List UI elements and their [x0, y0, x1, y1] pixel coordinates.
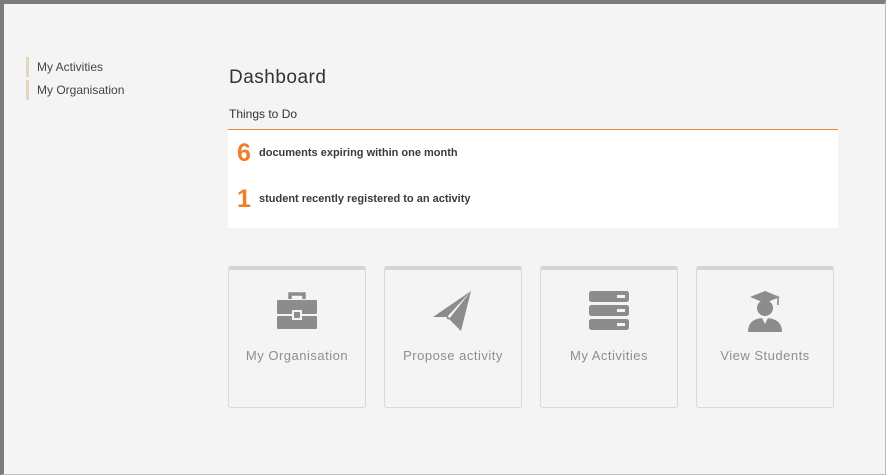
dashboard-tiles: My Organisation Propose activity My Acti… [228, 266, 834, 408]
briefcase-icon [274, 288, 320, 334]
page-title: Dashboard [229, 67, 327, 88]
todo-item-expiring-documents[interactable]: 6 documents expiring within one month [228, 139, 838, 167]
graduate-student-icon [742, 288, 788, 334]
todo-panel: 6 documents expiring within one month 1 … [228, 129, 838, 228]
sidebar-item-my-organisation[interactable]: My Organisation [26, 80, 196, 100]
main-content: Dashboard Things to Do 6 documents expir… [228, 62, 838, 408]
tile-label: My Organisation [245, 348, 349, 363]
tile-my-organisation[interactable]: My Organisation [228, 266, 366, 408]
sidebar-item-my-activities[interactable]: My Activities [26, 57, 196, 77]
todo-count: 1 [237, 185, 251, 213]
tile-label: Propose activity [403, 348, 503, 363]
server-list-icon [586, 288, 632, 334]
sidebar: My Activities My Organisation [26, 57, 196, 103]
todo-item-student-registered[interactable]: 1 student recently registered to an acti… [228, 185, 838, 213]
todo-text: documents expiring within one month [259, 147, 458, 159]
tile-propose-activity[interactable]: Propose activity [384, 266, 522, 408]
paper-plane-icon [430, 288, 476, 334]
todo-count: 6 [237, 139, 251, 167]
tile-view-students[interactable]: View Students [696, 266, 834, 408]
app-window: My Activities My Organisation Dashboard … [0, 0, 886, 475]
things-to-do-heading: Things to Do [229, 107, 298, 121]
tile-my-activities[interactable]: My Activities [540, 266, 678, 408]
tile-label: View Students [720, 348, 810, 363]
tile-label: My Activities [569, 348, 648, 363]
todo-text: student recently registered to an activi… [259, 193, 471, 205]
